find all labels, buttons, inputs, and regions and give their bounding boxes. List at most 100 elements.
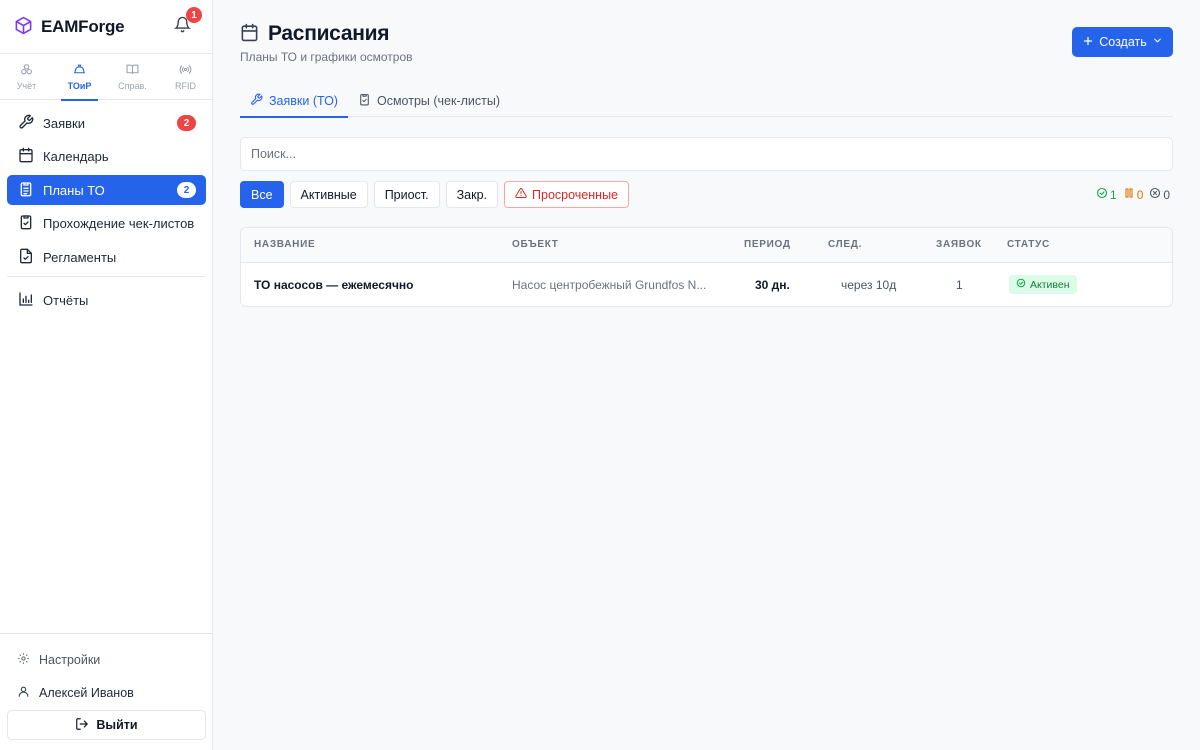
- column-header-next[interactable]: СЛЕД.: [828, 239, 862, 250]
- module-label: RFID: [175, 81, 196, 91]
- module-label: Учёт: [16, 81, 37, 91]
- gear-icon: [17, 652, 30, 668]
- book-icon: [126, 63, 139, 78]
- module-switcher: Учёт ТОиР Справ. RFID: [0, 53, 212, 101]
- filter-overdue-label: Просроченные: [532, 187, 619, 202]
- sidebar: EAMForge 1 Учёт ТОиР Справ. RFID Заявки …: [0, 0, 213, 750]
- status-filters: Все Активные Приост. Закр. Просроченные: [240, 181, 630, 208]
- warning-triangle-icon: [515, 187, 527, 202]
- active-count-value: 1: [1110, 187, 1117, 202]
- row-name: ТО насосов — ежемесячно: [254, 278, 414, 292]
- tab-label: Заявки (ТО): [269, 93, 338, 108]
- sidebar-item-label: Прохождение чек-листов: [43, 216, 195, 231]
- column-header-requests[interactable]: ЗАЯВОК: [936, 239, 982, 250]
- module-accounting[interactable]: Учёт: [0, 54, 53, 100]
- logout-icon: [75, 717, 89, 734]
- paused-count: 0: [1123, 187, 1144, 202]
- clipboard-check-icon: [18, 214, 34, 233]
- row-requests-count: 1: [956, 278, 963, 292]
- settings-label: Настройки: [39, 652, 101, 667]
- sidebar-item-label: Регламенты: [43, 249, 117, 265]
- check-circle-icon: [1016, 278, 1026, 291]
- column-header-status[interactable]: СТАТУС: [1007, 239, 1050, 250]
- module-reference[interactable]: Справ.: [106, 54, 159, 100]
- logout-button[interactable]: Выйти: [7, 710, 206, 740]
- sidebar-item-plans[interactable]: Планы ТО 2: [7, 175, 206, 205]
- wrench-icon: [18, 114, 34, 133]
- create-button[interactable]: Создать: [1072, 27, 1173, 57]
- sidebar-item-label: Заявки: [43, 115, 85, 131]
- module-maintenance[interactable]: ТОиР: [53, 54, 106, 101]
- user-icon: [17, 685, 30, 701]
- column-header-object[interactable]: ОБЪЕКТ: [512, 239, 559, 250]
- file-check-icon: [18, 248, 34, 267]
- active-count: 1: [1096, 187, 1117, 202]
- pause-icon: [1123, 187, 1135, 202]
- requests-count-badge: 2: [177, 115, 196, 131]
- sidebar-footer: Настройки Алексей Иванов: [0, 633, 212, 709]
- tab-bar: Заявки (ТО) Осмотры (чек-листы): [240, 84, 1173, 118]
- user-profile[interactable]: Алексей Иванов: [0, 676, 212, 709]
- plus-icon: [1082, 35, 1094, 50]
- sidebar-item-calendar[interactable]: Календарь: [7, 142, 206, 172]
- bar-chart-icon: [18, 291, 34, 310]
- boxes-icon: [20, 63, 33, 78]
- sidebar-nav: Заявки 2 Календарь Планы ТО 2 Прохождени…: [7, 108, 206, 319]
- tab-requests[interactable]: Заявки (ТО): [240, 84, 348, 118]
- settings-link[interactable]: Настройки: [0, 643, 212, 676]
- create-label: Создать: [1099, 35, 1147, 49]
- status-badge: Активен: [1009, 275, 1077, 294]
- nav-divider: [7, 276, 206, 277]
- calendar-icon: [240, 23, 259, 45]
- filter-closed[interactable]: Закр.: [445, 181, 499, 208]
- clipboard-check-icon: [358, 93, 371, 109]
- brand[interactable]: EAMForge: [14, 16, 125, 38]
- column-header-period[interactable]: ПЕРИОД: [744, 239, 791, 250]
- user-name: Алексей Иванов: [39, 685, 134, 700]
- filter-paused[interactable]: Приост.: [373, 181, 440, 208]
- x-circle-icon: [1149, 187, 1161, 202]
- sidebar-item-label: Календарь: [43, 149, 109, 164]
- tab-inspections[interactable]: Осмотры (чек-листы): [348, 84, 510, 117]
- clipboard-list-icon: [18, 181, 34, 200]
- filter-active[interactable]: Активные: [289, 181, 368, 208]
- rfid-icon: [179, 63, 192, 78]
- sidebar-item-requests[interactable]: Заявки 2: [7, 108, 206, 138]
- filter-all[interactable]: Все: [240, 181, 284, 208]
- status-label: Активен: [1030, 278, 1070, 291]
- module-label: ТОиР: [67, 81, 92, 91]
- calendar-icon: [18, 147, 34, 166]
- status-counts: 1 0 0: [1096, 187, 1170, 202]
- chevron-down-icon: [1152, 35, 1163, 49]
- closed-count: 0: [1149, 187, 1170, 202]
- app-name: EAMForge: [41, 17, 125, 36]
- schedules-table: НАЗВАНИЕ ОБЪЕКТ ПЕРИОД СЛЕД. ЗАЯВОК СТАТ…: [240, 227, 1173, 307]
- sidebar-item-checklists[interactable]: Прохождение чек-листов: [7, 209, 206, 239]
- helmet-icon: [73, 63, 86, 78]
- row-next: через 10д: [841, 278, 897, 292]
- logout-label: Выйти: [96, 718, 138, 732]
- wrench-icon: [250, 93, 263, 109]
- page-subtitle: Планы ТО и графики осмотров: [240, 50, 413, 64]
- row-period: 30 дн.: [755, 278, 790, 292]
- filter-overdue[interactable]: Просроченные: [504, 181, 630, 208]
- page-header: Расписания: [240, 22, 389, 46]
- plans-count-badge: 2: [177, 182, 196, 198]
- page-title: Расписания: [268, 22, 390, 45]
- module-label: Справ.: [118, 81, 147, 91]
- row-object: Насос центробежный Grundfos N...: [512, 278, 707, 292]
- sidebar-item-label: Планы ТО: [43, 182, 105, 198]
- closed-count-value: 0: [1163, 187, 1171, 202]
- column-header-name[interactable]: НАЗВАНИЕ: [254, 239, 315, 250]
- table-row[interactable]: ТО насосов — ежемесячно Насос центробежн…: [241, 263, 1172, 306]
- sidebar-item-reports[interactable]: Отчёты: [7, 285, 206, 315]
- search-input[interactable]: [240, 137, 1173, 171]
- table-header: НАЗВАНИЕ ОБЪЕКТ ПЕРИОД СЛЕД. ЗАЯВОК СТАТ…: [241, 228, 1172, 263]
- sidebar-item-regulations[interactable]: Регламенты: [7, 242, 206, 272]
- tab-label: Осмотры (чек-листы): [376, 93, 501, 108]
- paused-count-value: 0: [1136, 187, 1144, 202]
- check-circle-icon: [1096, 187, 1108, 202]
- sidebar-item-label: Отчёты: [43, 292, 89, 308]
- notifications-badge: 1: [186, 7, 202, 23]
- module-rfid[interactable]: RFID: [159, 54, 212, 100]
